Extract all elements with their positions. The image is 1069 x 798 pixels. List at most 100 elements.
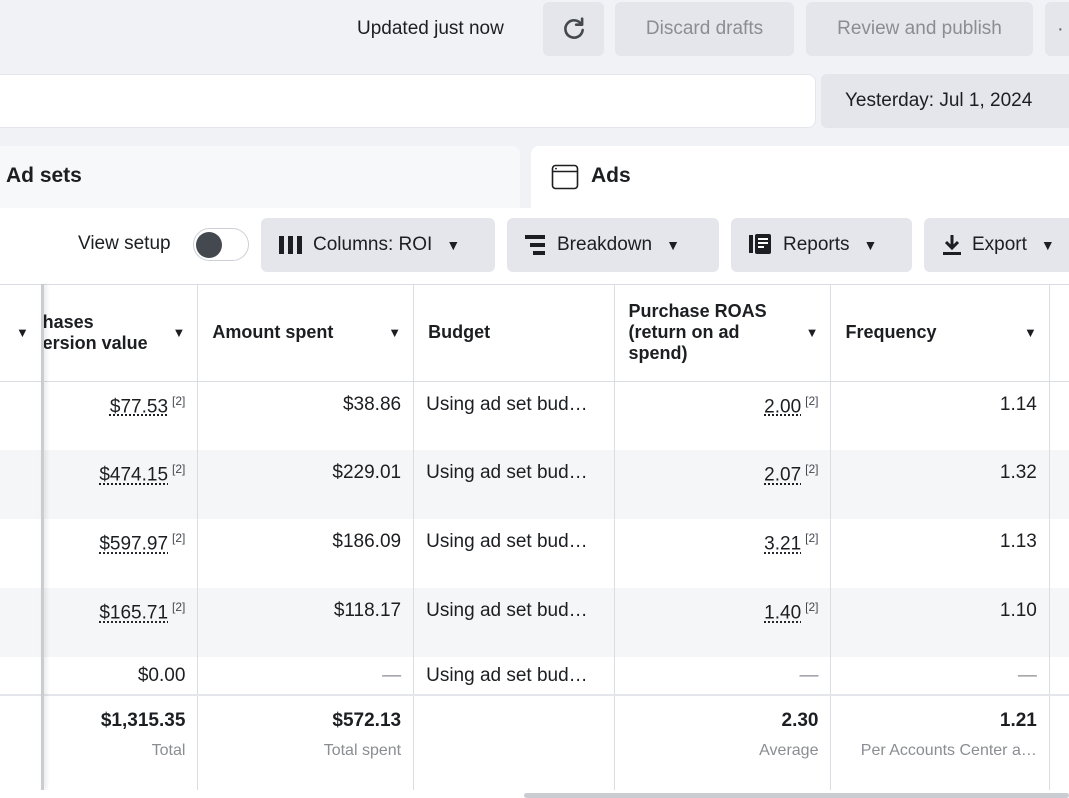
- total-conversion-value: $1,315.35: [100, 710, 186, 731]
- budget-cell: Using ad set bud…: [413, 519, 615, 588]
- chevron-down-icon: ▼: [805, 325, 819, 341]
- roas-link[interactable]: 2.00: [764, 396, 801, 417]
- tab-ad-sets[interactable]: Ad sets: [0, 146, 520, 208]
- conversion-value-cell: $0.00: [42, 657, 199, 695]
- discard-drafts-button[interactable]: Discard drafts: [615, 2, 794, 56]
- breakdown-button[interactable]: Breakdown ▼: [507, 218, 719, 272]
- frequency-cell: 1.14: [830, 381, 1050, 450]
- budget-cell: Using ad set bud…: [413, 381, 615, 450]
- tab-ads[interactable]: Ads: [531, 146, 1069, 208]
- review-and-publish-button[interactable]: Review and publish: [806, 2, 1033, 56]
- ad-window-icon: [551, 164, 579, 190]
- roas-link[interactable]: 1.40: [764, 602, 801, 623]
- conversion-value-link[interactable]: $77.53: [110, 396, 168, 417]
- more-options-button[interactable]: ·: [1045, 2, 1069, 56]
- conversion-value-link[interactable]: $474.15: [99, 464, 168, 485]
- column-header-purchase-roas[interactable]: Purchase ROAS (return on ad spend) ▼: [614, 285, 832, 382]
- table-row[interactable]: $77.53 [2] $38.86 Using ad set bud… 2.00 […: [0, 381, 1069, 450]
- header-label: Budget: [428, 322, 491, 343]
- column-header-purchases-conversion-value[interactable]: hases ersion value ▼: [42, 285, 199, 382]
- toggle-knob: [196, 232, 222, 258]
- columns-icon: [279, 236, 303, 254]
- amount-spent-cell: $118.17: [197, 588, 415, 657]
- table-row[interactable]: $0.00 — Using ad set bud… — —: [0, 657, 1069, 695]
- columns-label: Columns: ROI: [313, 234, 433, 255]
- footnote-marker: [2]: [172, 462, 186, 476]
- reports-label: Reports: [783, 234, 850, 255]
- footnote-marker: [2]: [805, 462, 819, 476]
- ads-table: ▼ hases ersion value ▼ Amount spent ▼ Bu…: [0, 284, 1069, 793]
- totals-row: $1,315.35 Total $572.13 Total spent 2.30 Av…: [0, 694, 1069, 793]
- chevron-down-icon: ▼: [172, 325, 186, 341]
- chevron-down-icon: ▼: [666, 237, 680, 253]
- footnote-marker: [2]: [172, 393, 186, 408]
- columns-button[interactable]: Columns: ROI ▼: [261, 218, 495, 272]
- header-label: spend): [628, 343, 688, 364]
- refresh-button[interactable]: [543, 2, 604, 56]
- average-roas: 2.30: [781, 710, 819, 731]
- header-label: Frequency: [845, 322, 937, 343]
- tab-ad-sets-label: Ad sets: [6, 164, 82, 187]
- roas-cell: —: [614, 657, 832, 695]
- search-filter-bar[interactable]: [0, 74, 816, 128]
- top-bar: Updated just now Discard drafts Review a…: [0, 0, 1069, 60]
- view-setup-toggle[interactable]: [193, 228, 249, 261]
- amount-spent-cell: —: [197, 657, 415, 695]
- amount-spent-cell: $38.86: [197, 381, 415, 450]
- more-icon: ·: [1057, 18, 1064, 40]
- breakdown-label: Breakdown: [557, 234, 653, 255]
- chevron-down-icon: ▼: [16, 325, 29, 340]
- frequency-cell: —: [830, 657, 1050, 695]
- table-row[interactable]: $597.97 [2] $186.09 Using ad set bud… 3.2…: [0, 519, 1069, 588]
- header-label: ersion value: [42, 332, 148, 353]
- budget-cell: Using ad set bud…: [413, 657, 615, 695]
- column-header-frequency[interactable]: Frequency ▼: [830, 285, 1050, 382]
- conversion-value-link[interactable]: $165.71: [99, 602, 168, 623]
- column-header-next: [1049, 285, 1069, 382]
- view-setup-label: View setup: [78, 233, 171, 254]
- footnote-marker: [2]: [172, 531, 186, 545]
- horizontal-scrollbar[interactable]: [524, 793, 1069, 798]
- header-label: Purchase ROAS: [628, 301, 767, 322]
- chevron-down-icon: ▼: [446, 237, 461, 253]
- table-row[interactable]: $474.15 [2] $229.01 Using ad set bud… 2.0…: [0, 450, 1069, 519]
- updated-status: Updated just now: [357, 18, 504, 39]
- column-header-amount-spent[interactable]: Amount spent ▼: [197, 285, 415, 382]
- budget-cell: Using ad set bud…: [413, 588, 615, 657]
- average-label: Average: [759, 742, 819, 759]
- table-header-row: ▼ hases ersion value ▼ Amount spent ▼ Bu…: [0, 285, 1069, 382]
- export-button[interactable]: Export ▼: [924, 218, 1069, 272]
- reports-icon: [749, 234, 773, 256]
- conversion-value-link[interactable]: $597.97: [99, 533, 168, 554]
- header-label: Amount spent: [212, 322, 334, 343]
- frozen-column-divider: [41, 284, 44, 790]
- amount-spent-cell: $186.09: [197, 519, 415, 588]
- date-range-picker[interactable]: Yesterday: Jul 1, 2024: [821, 74, 1069, 128]
- column-header-previous[interactable]: ▼: [0, 285, 43, 382]
- chevron-down-icon: ▼: [1040, 237, 1055, 253]
- breakdown-icon: [525, 235, 547, 255]
- total-amount-spent: $572.13: [332, 710, 402, 731]
- header-label: hases: [42, 311, 94, 332]
- header-label: (return on ad: [628, 322, 740, 343]
- total-spent-label: Total spent: [323, 742, 402, 759]
- roas-link[interactable]: 2.07: [764, 464, 801, 485]
- footnote-marker: [2]: [805, 531, 819, 545]
- tab-ads-label: Ads: [591, 164, 631, 187]
- frequency-basis-label: Per Accounts Center a…: [860, 742, 1037, 759]
- refresh-icon: [563, 17, 584, 39]
- column-header-budget[interactable]: Budget: [413, 285, 615, 382]
- total-frequency: 1.21: [999, 710, 1037, 731]
- total-label: Total: [151, 742, 186, 759]
- frequency-cell: 1.10: [830, 588, 1050, 657]
- table-row[interactable]: $165.71 [2] $118.17 Using ad set bud… 1.4…: [0, 588, 1069, 657]
- footnote-marker: [2]: [172, 600, 186, 614]
- chevron-down-icon: ▼: [1023, 325, 1037, 341]
- chevron-down-icon: ▼: [388, 325, 402, 341]
- budget-cell: Using ad set bud…: [413, 450, 615, 519]
- reports-button[interactable]: Reports ▼: [731, 218, 912, 272]
- amount-spent-cell: $229.01: [197, 450, 415, 519]
- roas-link[interactable]: 3.21: [764, 533, 801, 554]
- frequency-cell: 1.13: [830, 519, 1050, 588]
- footnote-marker: [2]: [805, 600, 819, 614]
